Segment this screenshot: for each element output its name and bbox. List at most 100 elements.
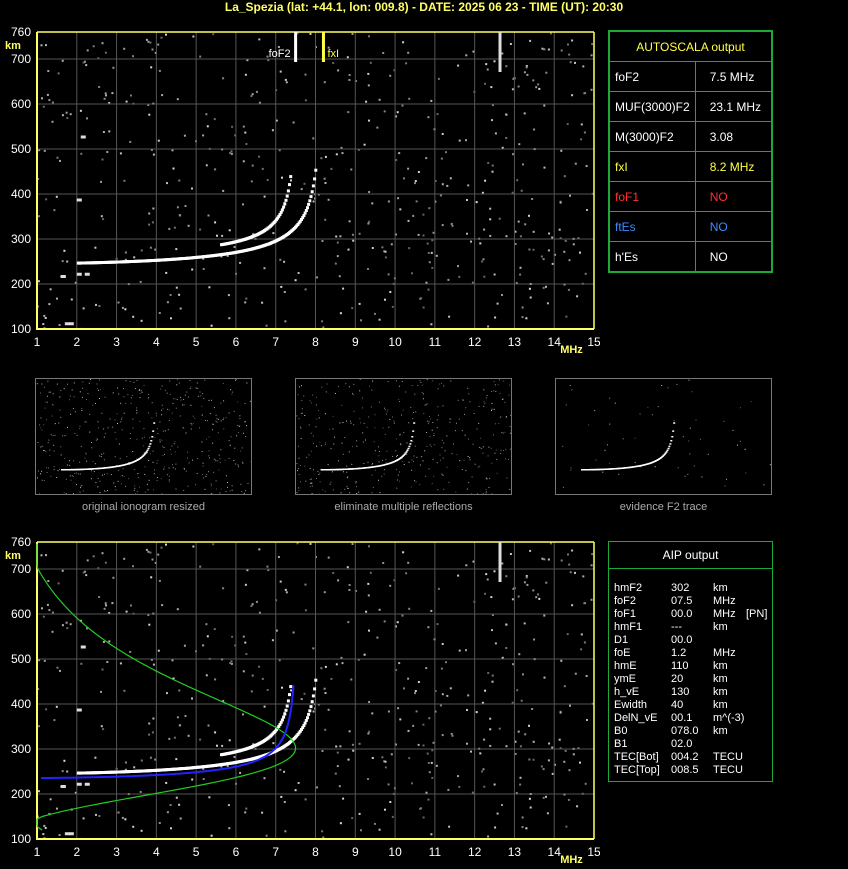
bottom-ionogram-plot: 760700600500400300200100km1 2 3 4 5 6 7 8 9 10 11 1…	[5, 535, 600, 866]
y-tick-label: 300	[11, 232, 31, 246]
aip-u: TECU	[713, 764, 743, 776]
aip-k: hmE	[614, 660, 637, 672]
aip-u: km	[713, 686, 728, 698]
x-tick-label: 11	[429, 845, 442, 859]
aip-u: km	[713, 660, 728, 672]
thumbnail-original	[35, 378, 252, 495]
fof2-marker-label: foF2	[269, 48, 291, 60]
x-tick-label: 6	[233, 845, 240, 859]
autoscala-output-panel: AUTOSCALA output foF2 7.5 MHz MUF(3000)F2 2…	[608, 30, 773, 273]
aip-k: TEC[Top]	[614, 764, 660, 776]
aip-row: foF2 07.5 MHz	[609, 595, 772, 608]
x-tick-label: 3	[113, 845, 120, 859]
y-tick-label: 760	[11, 25, 31, 39]
aip-output-panel: AIP output hmF2 302 km foF2 07.5 MHz foF1 00.0 M…	[608, 541, 773, 782]
x-tick-label: 1	[34, 845, 41, 859]
aip-row: hmF1 --- km	[609, 621, 772, 634]
x-tick-label: 10	[388, 335, 402, 349]
aip-row: hmE 110 km	[609, 660, 772, 673]
x-tick-label: 3	[113, 335, 120, 349]
x-tick-label: 7	[272, 335, 279, 349]
aip-row: B1 02.0	[609, 738, 772, 751]
x-tick-label: 13	[508, 845, 522, 859]
aip-row: foE 1.2 MHz	[609, 647, 772, 660]
aip-k: hmF2	[614, 582, 643, 594]
x-tick-label: 5	[193, 845, 200, 859]
aip-u: MHz	[713, 647, 736, 659]
aip-k: D1	[614, 634, 629, 646]
x-tick-label: 8	[312, 335, 319, 349]
x-tick-label: 12	[468, 335, 482, 349]
aip-k: foE	[614, 647, 631, 659]
aip-row: foF1 00.0 MHz [PN]	[609, 608, 772, 621]
y-tick-label: 500	[11, 142, 31, 156]
aip-u: MHz	[713, 608, 736, 620]
fxi-marker-line	[321, 32, 325, 62]
aip-u: TECU	[713, 751, 743, 763]
y-tick-label: 760	[11, 535, 31, 549]
y-tick-label: 700	[11, 562, 31, 576]
aip-k: hmF1	[614, 621, 643, 633]
autoscala-param-value: 7.5 MHz	[694, 61, 773, 92]
aip-v: 00.0	[671, 634, 693, 646]
y-tick-label: 100	[11, 832, 31, 846]
y-tick-label: 500	[11, 652, 31, 666]
aip-v: 20	[671, 673, 684, 685]
autoscala-param-label: ftEs	[609, 211, 696, 242]
thumbnail-caption-eliminate: eliminate multiple reflections	[334, 501, 473, 513]
aip-v: 130	[671, 686, 690, 698]
aip-v: 1.2	[671, 647, 687, 659]
electron-density-profile	[36, 543, 297, 831]
y-tick-label: 300	[11, 742, 31, 756]
x-tick-label: 12	[468, 845, 482, 859]
aip-v: 40	[671, 699, 684, 711]
aip-k: B1	[614, 738, 628, 750]
f2-trace	[60, 135, 318, 326]
aip-u: km	[713, 673, 728, 685]
interference-streak	[498, 542, 502, 582]
aip-v: 078.0	[671, 725, 699, 737]
aip-v: 004.2	[671, 751, 699, 763]
aip-fitted-trace	[40, 685, 295, 780]
autoscala-param-value: NO	[694, 181, 773, 212]
aip-k: Ewidth	[614, 699, 648, 711]
x-tick-label: 11	[429, 335, 442, 349]
x-tick-label: 9	[352, 335, 359, 349]
autoscala-param-label: foF2	[609, 61, 696, 92]
aip-k: foF2	[614, 595, 637, 607]
x-tick-label: 7	[272, 845, 279, 859]
autoscala-title: AUTOSCALA output	[609, 31, 772, 62]
autoscala-param-label: M(3000)F2	[609, 121, 696, 152]
x-tick-label: 14	[548, 335, 562, 349]
x-tick-label: 14	[548, 845, 562, 859]
aip-u: km	[713, 582, 728, 594]
thumbnail-eliminate-multiple	[295, 378, 512, 495]
autoscala-param-value: NO	[694, 241, 773, 272]
aip-row: ymE 20 km	[609, 673, 772, 686]
ionogram-header: La_Spezia (lat: +44.1, lon: 009.8) - DAT…	[224, 0, 624, 14]
autoscala-param-label: h'Es	[609, 241, 696, 272]
aip-row: D1 00.0	[609, 634, 772, 647]
x-tick-label: 13	[508, 335, 522, 349]
y-unit-label: km	[5, 550, 21, 562]
thumbnail-evidence-f2	[555, 378, 772, 495]
top-ionogram-plot: 760700600500400300200100km1 2 3 4 5 6 7 8 9 10 11 1…	[5, 25, 600, 356]
interference-streak	[498, 32, 502, 72]
aip-u: MHz	[713, 595, 736, 607]
autoscala-param-value: 23.1 MHz	[694, 91, 773, 122]
aip-row: TEC[Bot] 004.2 TECU	[609, 751, 772, 764]
aip-v: 00.0	[671, 608, 693, 620]
y-tick-label: 200	[11, 787, 31, 801]
autoscala-param-value: 8.2 MHz	[694, 151, 773, 182]
x-tick-label: 2	[73, 845, 80, 859]
x-tick-label: 15	[587, 845, 600, 859]
aip-row: B0 078.0 km	[609, 725, 772, 738]
x-unit-label: MHz	[560, 854, 583, 866]
x-tick-label: 5	[193, 335, 200, 349]
y-tick-label: 600	[11, 607, 31, 621]
autoscala-param-value: 3.08	[694, 121, 773, 152]
x-tick-label: 2	[73, 335, 80, 349]
aip-k: TEC[Bot]	[614, 751, 659, 763]
aip-k: B0	[614, 725, 628, 737]
x-tick-label: 10	[388, 845, 402, 859]
